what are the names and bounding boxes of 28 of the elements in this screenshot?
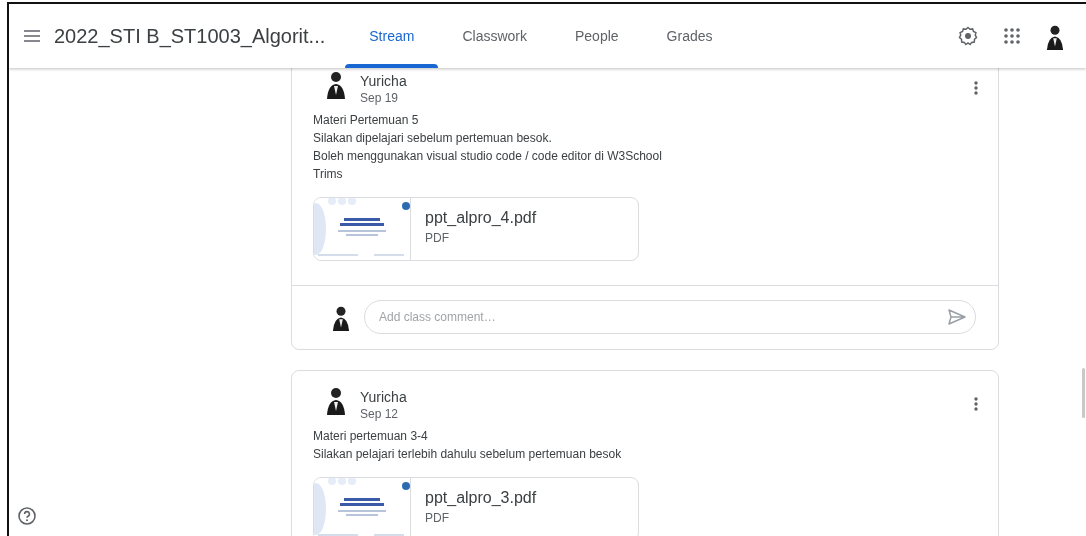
more-options-icon[interactable] xyxy=(974,81,978,95)
class-title: 2022_STI B_ST1003_Algorit... xyxy=(54,24,326,49)
post-text-line: Materi pertemuan 3-4 xyxy=(313,428,429,445)
attachment-card[interactable]: ppt_alpro_3.pdf PDF xyxy=(313,477,639,536)
tab[interactable]: People xyxy=(551,4,643,68)
tab[interactable]: Stream xyxy=(345,4,439,68)
post-text-line: Silakan dipelajari sebelum pertemuan besok. xyxy=(313,130,553,147)
menu-icon[interactable] xyxy=(24,30,40,42)
tab[interactable]: Grades xyxy=(642,4,737,68)
author-name: Yuricha xyxy=(360,389,407,405)
send-icon[interactable] xyxy=(948,309,966,325)
apps-grid-icon[interactable] xyxy=(1004,28,1020,44)
comment-field[interactable]: Add class comment… xyxy=(364,300,976,334)
post-date: Sep 12 xyxy=(360,407,400,421)
attachment-card[interactable]: ppt_alpro_4.pdf PDF xyxy=(313,197,639,261)
post-date: Sep 19 xyxy=(360,91,400,105)
author-name: Yuricha xyxy=(360,73,407,89)
post-text-line: Trims xyxy=(313,166,344,183)
more-options-icon[interactable] xyxy=(974,397,978,411)
avatar-icon xyxy=(326,385,346,415)
avatar-icon xyxy=(326,69,346,99)
post-text-line: Boleh menggunakan visual studio code / code editor di W3School xyxy=(313,148,663,165)
settings-icon[interactable] xyxy=(958,26,978,46)
help-icon[interactable] xyxy=(17,506,37,526)
post-text-line: Silakan pelajari terlebih dahulu sebelum pertemuan besok xyxy=(313,446,623,463)
post-text-line: Materi Pertemuan 5 xyxy=(313,112,420,129)
tab[interactable]: Classwork xyxy=(438,4,551,68)
scrollbar[interactable] xyxy=(1082,368,1085,418)
